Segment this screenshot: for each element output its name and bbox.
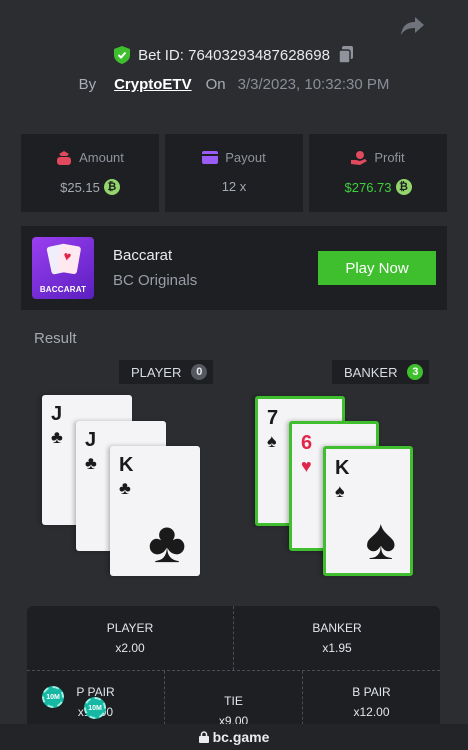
stat-profit: Profit $276.73 ₿ <box>309 134 447 212</box>
result-label: Result <box>34 330 77 347</box>
card-rank: K <box>119 454 134 476</box>
verified-shield-icon <box>114 46 131 64</box>
money-bag-icon <box>57 150 72 165</box>
stat-amount: Amount $25.15 ₿ <box>21 134 159 212</box>
game-provider: BC Originals <box>113 272 198 289</box>
share-icon[interactable] <box>400 14 426 38</box>
chip-10m-icon[interactable]: 10M <box>42 686 64 708</box>
card-suit-large: ♠ <box>365 507 396 572</box>
stat-label: Payout <box>225 150 266 165</box>
card-rank: K <box>335 457 350 479</box>
game-name: Baccarat <box>113 247 173 264</box>
bet-id: Bet ID: 76403293487628698 <box>138 46 330 64</box>
card-rank: J <box>85 429 97 451</box>
bet-label: PLAYER <box>106 621 154 635</box>
bet-id-row: Bet ID: 76403293487628698 <box>0 46 468 64</box>
url-bar[interactable]: bc.game <box>0 724 468 750</box>
banker-label: BANKER <box>344 364 398 380</box>
card-suit: ♠ <box>335 481 345 501</box>
bitcoin-icon: ₿ <box>103 179 120 195</box>
card-rank: J <box>51 403 63 425</box>
stat-value: $276.73 <box>344 179 392 195</box>
card-suit: ♣ <box>85 453 97 473</box>
card-suit: ♣ <box>51 427 63 447</box>
bet-label: B PAIR <box>352 685 391 699</box>
bet-date: 3/3/2023, 10:32:30 PM <box>237 76 390 93</box>
bet-odds: x12.00 <box>353 705 390 719</box>
stat-value: 12 x <box>221 179 247 194</box>
game-card: BACCARAT Baccarat BC Originals Play Now <box>21 226 447 310</box>
bet-banker[interactable]: BANKER x1.95 <box>234 606 440 670</box>
wallet-icon <box>202 151 219 164</box>
play-now-button[interactable]: Play Now <box>318 251 436 285</box>
lock-icon <box>198 731 209 743</box>
card-suit: ♠ <box>267 431 277 451</box>
player-score-badge: PLAYER 0 <box>119 360 214 384</box>
banker-score: 3 <box>407 364 424 380</box>
stat-label: Amount <box>79 150 124 165</box>
bet-odds: x2.00 <box>115 641 145 655</box>
chip-10m-icon[interactable]: 10M <box>84 697 106 719</box>
banker-score-badge: BANKER 3 <box>332 360 430 384</box>
card-suit-large: ♣ <box>147 510 186 575</box>
stat-label: Profit <box>374 150 405 165</box>
bitcoin-icon: ₿ <box>395 179 412 195</box>
user-link[interactable]: CryptoETV <box>114 76 192 93</box>
site-url: bc.game <box>212 729 270 745</box>
by-label: By <box>78 76 97 93</box>
card-rank: 6 <box>301 432 313 454</box>
player-label: PLAYER <box>131 364 182 380</box>
game-thumbnail[interactable]: BACCARAT <box>32 237 94 299</box>
banker-card: K ♠ ♠ <box>323 446 413 576</box>
bet-label: BANKER <box>312 621 362 635</box>
stat-value: $25.15 <box>60 179 100 195</box>
bet-b-pair[interactable]: B PAIR x12.00 <box>303 672 440 732</box>
card-suit: ♥ <box>301 456 312 476</box>
player-score: 0 <box>191 364 208 380</box>
bet-stats: Amount $25.15 ₿ Payout 12 x Profit $276.… <box>21 134 447 212</box>
bet-player[interactable]: PLAYER x2.00 <box>27 606 233 670</box>
copy-icon[interactable] <box>338 46 354 64</box>
on-label: On <box>205 76 226 93</box>
player-card: K ♣ ♣ <box>110 446 200 576</box>
hand-coin-icon <box>351 150 368 165</box>
card-suit: ♣ <box>119 478 131 498</box>
bet-odds: x1.95 <box>322 641 352 655</box>
card-rank: 7 <box>267 407 279 429</box>
thumb-label: BACCARAT <box>39 285 87 294</box>
bet-meta-row: By CryptoETV On 3/3/2023, 10:32:30 PM <box>0 76 468 93</box>
bet-label: TIE <box>224 694 243 708</box>
stat-payout: Payout 12 x <box>165 134 303 212</box>
